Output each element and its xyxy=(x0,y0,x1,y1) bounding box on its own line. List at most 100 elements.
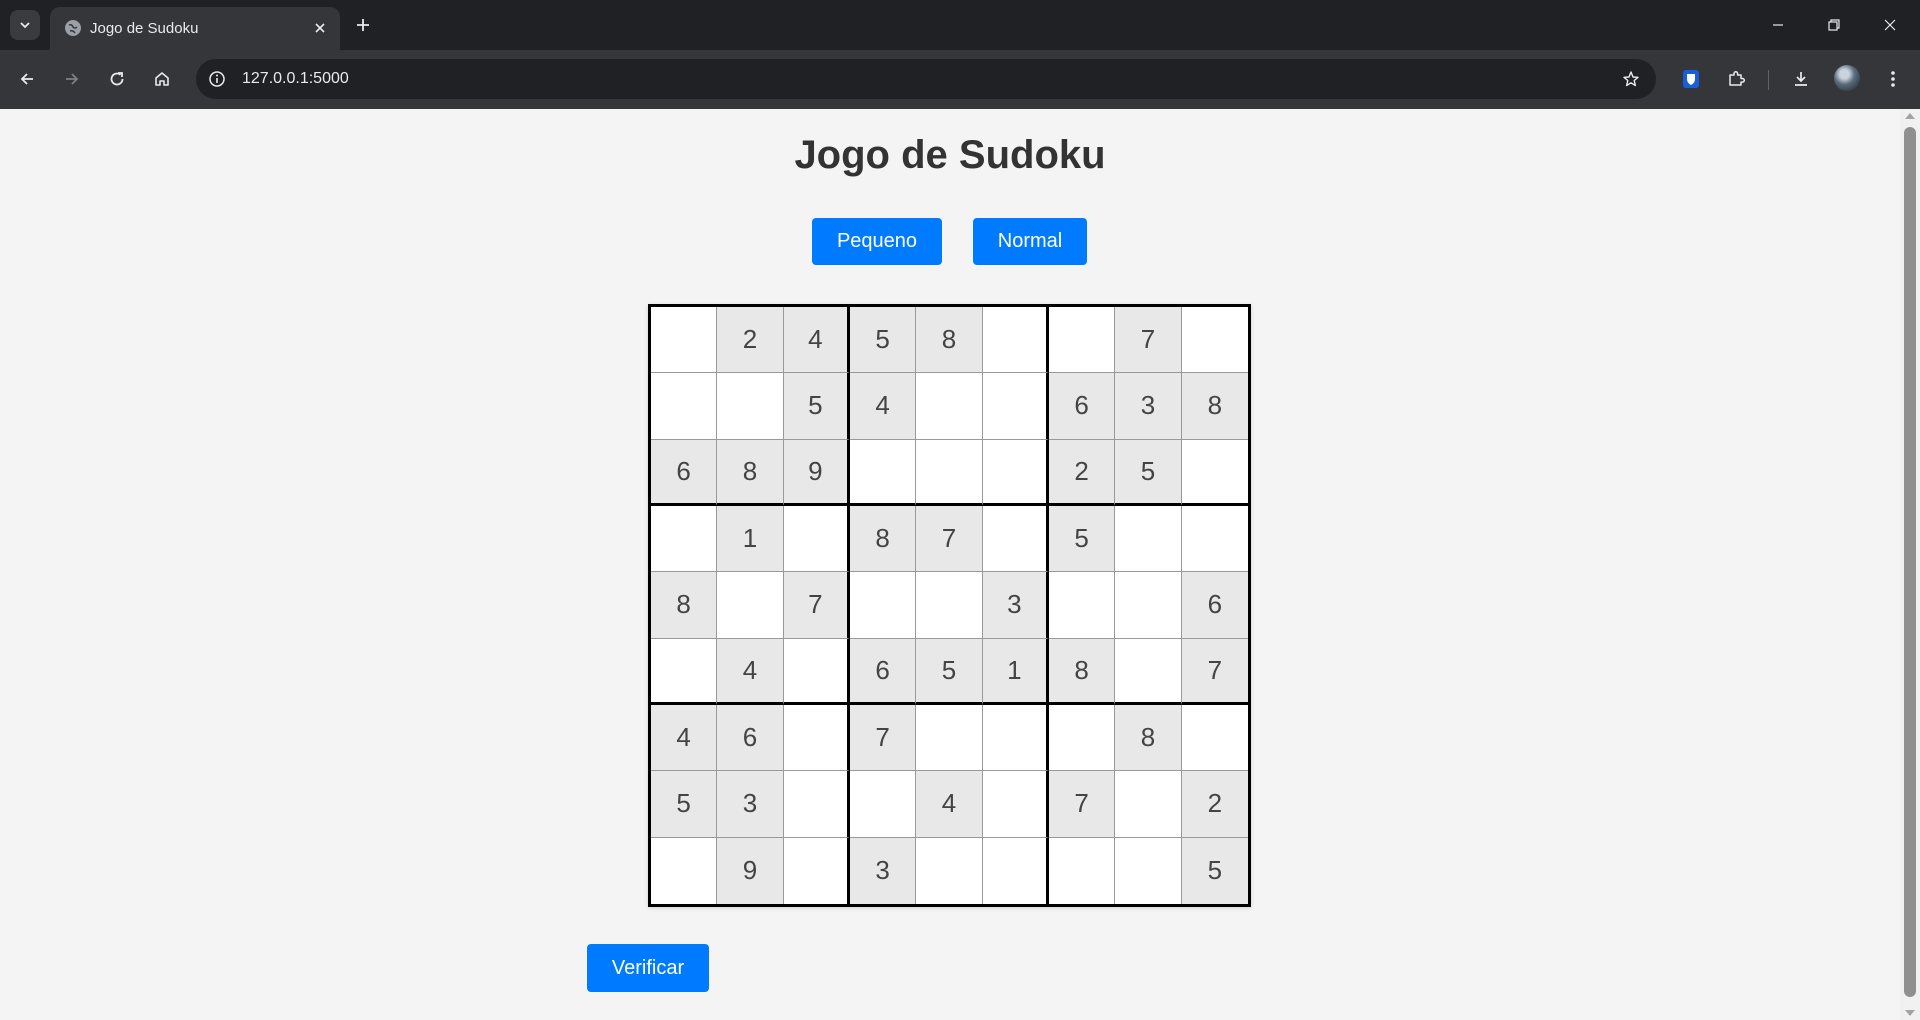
arrow-left-icon xyxy=(20,73,33,85)
sudoku-cell-r9-c6[interactable] xyxy=(982,837,1049,904)
browser-menu-button[interactable] xyxy=(1878,64,1908,94)
sudoku-cell-r1-c2: 2 xyxy=(717,307,784,374)
back-button[interactable] xyxy=(12,64,42,94)
scrollbar-thumb[interactable] xyxy=(1904,127,1916,997)
sudoku-cell-r3-c7: 2 xyxy=(1049,439,1116,506)
sudoku-cell-r5-c4[interactable] xyxy=(850,572,917,639)
page-viewport: Jogo de Sudoku Pequeno Normal 2458754638… xyxy=(0,109,1900,1020)
sudoku-cell-r5-c7[interactable] xyxy=(1049,572,1116,639)
sudoku-cell-r2-c5[interactable] xyxy=(916,373,983,440)
sudoku-cell-r1-c5: 8 xyxy=(916,307,983,374)
tab-search-button[interactable] xyxy=(10,10,40,40)
url-text[interactable]: 127.0.0.1:5000 xyxy=(242,70,349,88)
sudoku-cell-r4-c6[interactable] xyxy=(982,506,1049,573)
sudoku-cell-r2-c8: 3 xyxy=(1115,373,1182,440)
sudoku-cell-r8-c8[interactable] xyxy=(1115,771,1182,838)
sudoku-cell-r2-c9: 8 xyxy=(1181,373,1248,440)
sudoku-cell-r3-c6[interactable] xyxy=(982,439,1049,506)
reload-button[interactable] xyxy=(102,64,132,94)
arrow-right-icon xyxy=(66,73,79,85)
sudoku-cell-r7-c6[interactable] xyxy=(982,705,1049,772)
sudoku-cell-r6-c3[interactable] xyxy=(783,638,850,705)
sudoku-cell-r3-c4[interactable] xyxy=(850,439,917,506)
sudoku-cell-r4-c9[interactable] xyxy=(1181,506,1248,573)
sudoku-cell-r7-c8: 8 xyxy=(1115,705,1182,772)
star-icon xyxy=(1623,71,1639,87)
browser-tab-active[interactable]: Jogo de Sudoku xyxy=(50,7,340,50)
sudoku-cell-r9-c4: 3 xyxy=(850,837,917,904)
sudoku-cell-r3-c3: 9 xyxy=(783,439,850,506)
sudoku-cell-r3-c8: 5 xyxy=(1115,439,1182,506)
close-icon xyxy=(1884,19,1896,31)
sudoku-board: 2458754638689251875873646518746785347293… xyxy=(648,304,1251,907)
verify-button[interactable]: Verificar xyxy=(587,944,709,992)
sudoku-cell-r8-c4[interactable] xyxy=(850,771,917,838)
profile-avatar[interactable] xyxy=(1834,65,1860,91)
sudoku-cell-r2-c1[interactable] xyxy=(651,373,718,440)
address-bar[interactable]: 127.0.0.1:5000 xyxy=(196,59,1656,99)
sudoku-cell-r1-c8: 7 xyxy=(1115,307,1182,374)
sudoku-cell-r2-c6[interactable] xyxy=(982,373,1049,440)
sudoku-cell-r9-c1[interactable] xyxy=(651,837,718,904)
sudoku-cell-r3-c9[interactable] xyxy=(1181,439,1248,506)
scroll-up-arrow-icon[interactable] xyxy=(1905,113,1915,119)
sudoku-cell-r1-c6[interactable] xyxy=(982,307,1049,374)
bookmark-button[interactable] xyxy=(1618,66,1644,92)
minimize-button[interactable] xyxy=(1758,8,1798,42)
sudoku-cell-r6-c1[interactable] xyxy=(651,638,718,705)
sudoku-cell-r5-c8[interactable] xyxy=(1115,572,1182,639)
tab-close-button[interactable] xyxy=(310,18,330,38)
sudoku-cell-r6-c8[interactable] xyxy=(1115,638,1182,705)
page-title: Jogo de Sudoku xyxy=(794,133,1106,177)
sudoku-cell-r1-c9[interactable] xyxy=(1181,307,1248,374)
tab-title: Jogo de Sudoku xyxy=(90,20,199,37)
forward-button[interactable] xyxy=(57,64,87,94)
close-window-button[interactable] xyxy=(1870,8,1910,42)
sudoku-cell-r1-c4: 5 xyxy=(850,307,917,374)
restore-button[interactable] xyxy=(1814,8,1854,42)
restore-icon xyxy=(1828,19,1840,31)
home-icon xyxy=(155,72,169,86)
info-icon xyxy=(209,71,225,87)
sudoku-cell-r2-c2[interactable] xyxy=(717,373,784,440)
new-tab-button[interactable] xyxy=(350,12,376,38)
sudoku-cell-r8-c6[interactable] xyxy=(982,771,1049,838)
sudoku-cell-r9-c7[interactable] xyxy=(1049,837,1116,904)
sudoku-cell-r1-c1[interactable] xyxy=(651,307,718,374)
sudoku-cell-r9-c5[interactable] xyxy=(916,837,983,904)
small-size-button[interactable]: Pequeno xyxy=(812,218,942,265)
sudoku-cell-r7-c7[interactable] xyxy=(1049,705,1116,772)
sudoku-cell-r4-c7: 5 xyxy=(1049,506,1116,573)
sudoku-cell-r3-c5[interactable] xyxy=(916,439,983,506)
sudoku-cell-r2-c3: 5 xyxy=(783,373,850,440)
extensions-button[interactable] xyxy=(1721,64,1751,94)
sudoku-cell-r7-c3[interactable] xyxy=(783,705,850,772)
sudoku-cell-r9-c8[interactable] xyxy=(1115,837,1182,904)
sudoku-cell-r1-c3: 4 xyxy=(783,307,850,374)
sudoku-cell-r5-c5[interactable] xyxy=(916,572,983,639)
sudoku-cell-r8-c3[interactable] xyxy=(783,771,850,838)
sudoku-cell-r5-c3: 7 xyxy=(783,572,850,639)
sudoku-cell-r7-c5[interactable] xyxy=(916,705,983,772)
sudoku-cell-r4-c2: 1 xyxy=(717,506,784,573)
toolbar-separator xyxy=(1768,70,1769,90)
sudoku-cell-r3-c2: 8 xyxy=(717,439,784,506)
normal-size-button[interactable]: Normal xyxy=(973,218,1087,265)
download-icon xyxy=(1795,72,1807,86)
page-scrollbar[interactable] xyxy=(1900,109,1920,1020)
sudoku-cell-r6-c7: 8 xyxy=(1049,638,1116,705)
sudoku-cell-r4-c3[interactable] xyxy=(783,506,850,573)
sudoku-cell-r9-c3[interactable] xyxy=(783,837,850,904)
sudoku-cell-r4-c1[interactable] xyxy=(651,506,718,573)
home-button[interactable] xyxy=(147,64,177,94)
sudoku-cell-r1-c7[interactable] xyxy=(1049,307,1116,374)
downloads-button[interactable] xyxy=(1786,64,1816,94)
password-manager-extension[interactable] xyxy=(1676,64,1706,94)
sudoku-cell-r2-c7: 6 xyxy=(1049,373,1116,440)
sudoku-cell-r7-c9[interactable] xyxy=(1181,705,1248,772)
sudoku-cell-r7-c2: 6 xyxy=(717,705,784,772)
sudoku-cell-r5-c2[interactable] xyxy=(717,572,784,639)
scroll-down-arrow-icon[interactable] xyxy=(1905,1010,1915,1016)
sudoku-cell-r4-c8[interactable] xyxy=(1115,506,1182,573)
site-info-button[interactable] xyxy=(204,66,230,92)
